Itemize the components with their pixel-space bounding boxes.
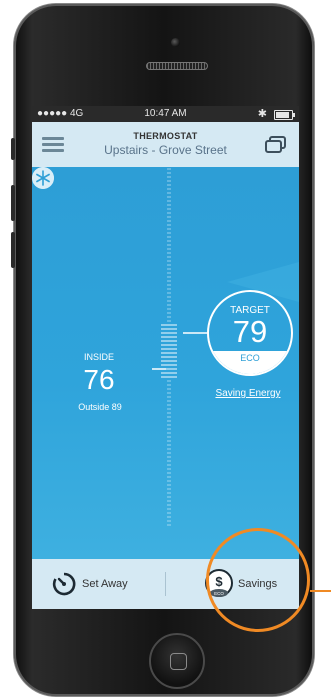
- home-button[interactable]: [149, 633, 205, 689]
- volume-up-button: [11, 185, 15, 221]
- thermostat-location[interactable]: Upstairs - Grove Street: [32, 143, 299, 157]
- set-away-label: Set Away: [82, 578, 128, 590]
- target-temperature: 79: [232, 314, 268, 349]
- outside-temperature: Outside 89: [78, 402, 122, 412]
- earpiece-speaker: [146, 62, 208, 70]
- timer-icon: [52, 572, 76, 596]
- callout-line: [310, 590, 331, 592]
- app-header: THERMOSTAT Upstairs - Grove Street: [32, 122, 299, 167]
- savings-highlight-ring: [206, 528, 310, 632]
- eco-badge: ECO: [209, 351, 291, 374]
- device-icon[interactable]: [265, 136, 287, 154]
- inside-label: INSIDE: [83, 352, 114, 362]
- inside-temperature: 76: [83, 364, 115, 395]
- thermostat-dial-area[interactable]: INSIDE 76 Outside 89 TARGET 79 ECO Savin…: [32, 167, 299, 559]
- snowflake-icon[interactable]: [32, 167, 54, 189]
- set-away-button[interactable]: Set Away: [32, 559, 165, 609]
- saving-energy-link[interactable]: Saving Energy: [200, 388, 296, 399]
- front-camera: [171, 38, 180, 47]
- eco-label: ECO: [240, 353, 260, 363]
- volume-down-button: [11, 232, 15, 268]
- target-temperature-dial[interactable]: TARGET 79 ECO: [207, 290, 293, 376]
- bluetooth-icon: ✱: [257, 108, 267, 120]
- battery-icon: [274, 110, 295, 120]
- silent-switch: [11, 138, 15, 160]
- header-title: THERMOSTAT: [133, 131, 198, 141]
- status-bar: ●●●●● 4G 10:47 AM ✱: [32, 106, 299, 122]
